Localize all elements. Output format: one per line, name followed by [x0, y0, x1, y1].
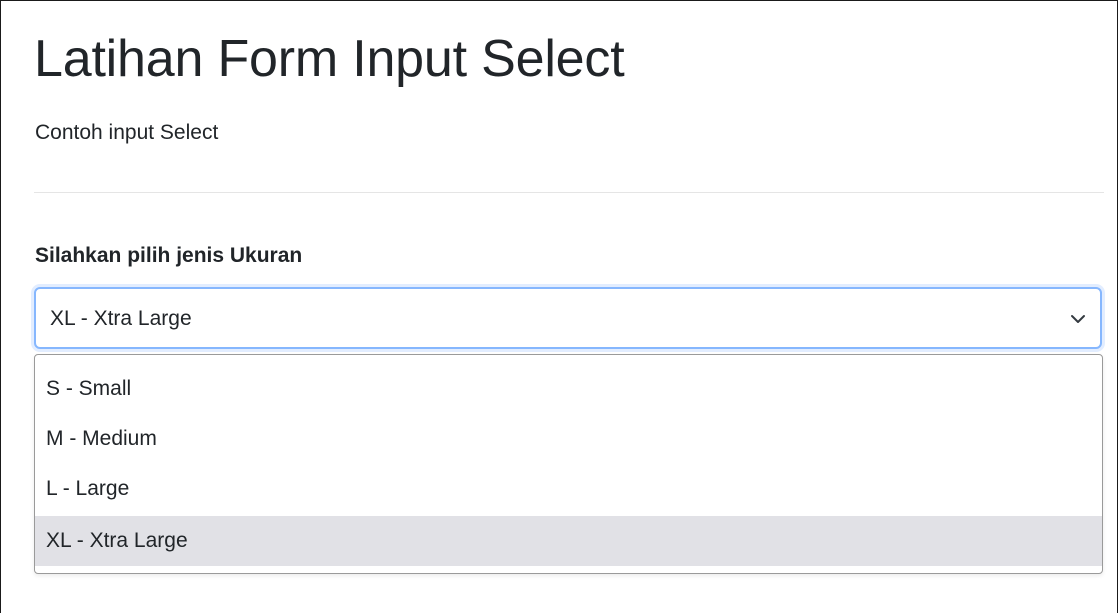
option-medium[interactable]: M - Medium [35, 414, 1102, 464]
size-select-label: Silahkan pilih jenis Ukuran [35, 244, 303, 267]
chevron-down-icon [1071, 315, 1085, 323]
page-title: Latihan Form Input Select [34, 30, 625, 88]
option-small[interactable]: S - Small [35, 364, 1102, 414]
size-options-list: S - Small M - Medium L - Large XL - Xtra… [34, 354, 1103, 574]
page-frame: Latihan Form Input Select Contoh input S… [0, 0, 1118, 613]
page-subtitle: Contoh input Select [35, 121, 219, 144]
size-select[interactable]: XL - Xtra Large [34, 287, 1102, 349]
option-large[interactable]: L - Large [35, 464, 1102, 514]
size-select-value: XL - Xtra Large [50, 307, 192, 330]
divider [34, 192, 1104, 193]
option-xtra-large[interactable]: XL - Xtra Large [35, 516, 1102, 566]
